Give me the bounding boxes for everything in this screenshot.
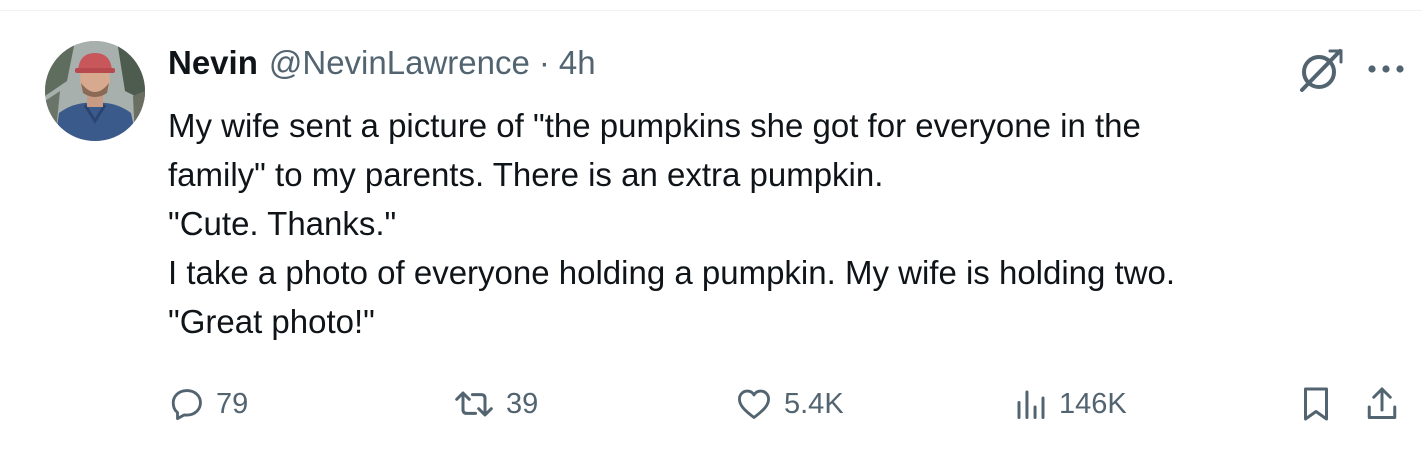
separator-dot: · [538, 44, 550, 81]
action-bar: 79 39 5.4K 146K [0, 381, 1422, 427]
avatar[interactable] [45, 41, 145, 141]
grok-icon[interactable] [1296, 45, 1346, 95]
reply-button[interactable]: 79 [168, 381, 248, 427]
tweet-text-line: My wife sent a picture of "the pumpkins … [168, 107, 1141, 144]
tweet-text: My wife sent a picture of "the pumpkins … [168, 101, 1378, 346]
like-button[interactable]: 5.4K [734, 381, 844, 427]
share-button[interactable] [1364, 381, 1400, 427]
repost-icon [455, 391, 493, 417]
reply-count: 79 [216, 387, 249, 420]
view-count: 146K [1059, 387, 1127, 420]
bookmark-icon [1304, 387, 1328, 421]
repost-count: 39 [506, 387, 539, 420]
tweet-text-line: I take a photo of everyone holding a pum… [168, 254, 1176, 291]
heart-icon [738, 389, 770, 419]
reply-icon [171, 389, 202, 420]
analytics-icon [1017, 390, 1045, 419]
share-icon [1367, 387, 1397, 419]
timestamp[interactable]: 4h [559, 44, 596, 82]
more-options-icon[interactable] [1366, 57, 1406, 81]
tweet-text-line: "Cute. Thanks." [168, 205, 397, 242]
tweet-text-line: "Great photo!" [168, 303, 375, 340]
tweet-header: Nevin @NevinLawrence · 4h [168, 44, 596, 90]
tweet[interactable]: Nevin @NevinLawrence · 4h My wife sent a… [0, 11, 1422, 456]
views-button[interactable]: 146K [1013, 381, 1127, 427]
repost-button[interactable]: 39 [452, 381, 538, 427]
display-name[interactable]: Nevin [168, 44, 258, 82]
profile-photo-icon [45, 41, 145, 141]
user-handle[interactable]: @NevinLawrence [269, 44, 530, 82]
tweet-text-line: family" to my parents. There is an extra… [168, 156, 884, 193]
like-count: 5.4K [784, 387, 844, 420]
bookmark-button[interactable] [1298, 381, 1334, 427]
